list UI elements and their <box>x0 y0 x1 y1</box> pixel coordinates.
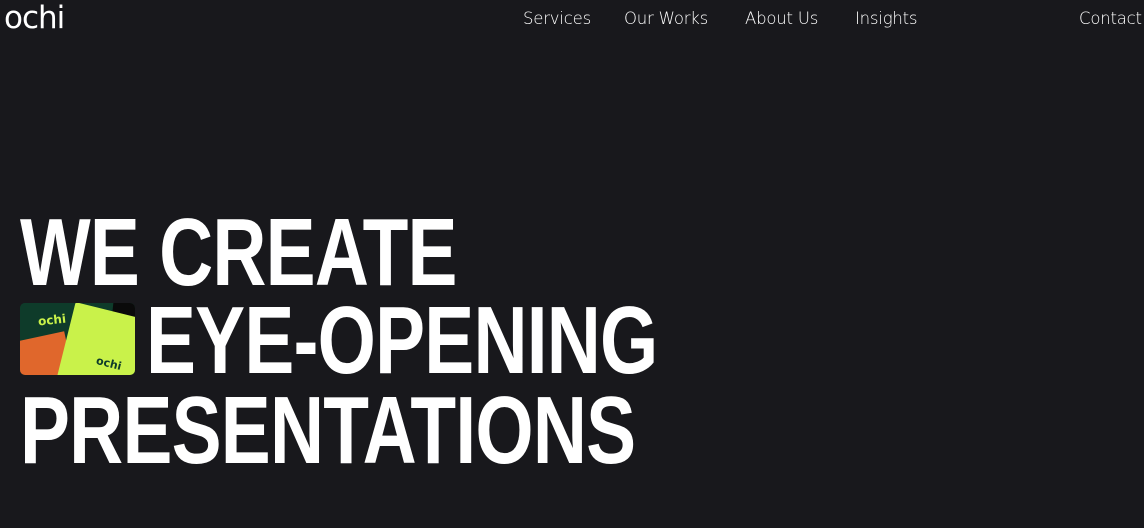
nav-link-services[interactable]: Services <box>523 8 591 30</box>
hero-heading-line-2: EYE-OPENING <box>146 287 658 394</box>
nav-link-our-works[interactable]: Our Works <box>624 8 708 30</box>
hero-heading-line-3: PRESENTATIONS <box>20 377 636 484</box>
page: ochi Services Our Works About Us Insight… <box>0 0 1144 528</box>
nav-link-about-us[interactable]: About Us <box>745 8 818 30</box>
nav-link-contact[interactable]: Contact <box>1079 8 1142 30</box>
hero-thumbnail-image: ochi ochi <box>20 303 135 375</box>
thumbnail-logo-text: ochi <box>37 311 67 329</box>
main-nav: Services Our Works About Us Insights Con… <box>0 8 1144 30</box>
nav-link-insights[interactable]: Insights <box>855 8 918 30</box>
